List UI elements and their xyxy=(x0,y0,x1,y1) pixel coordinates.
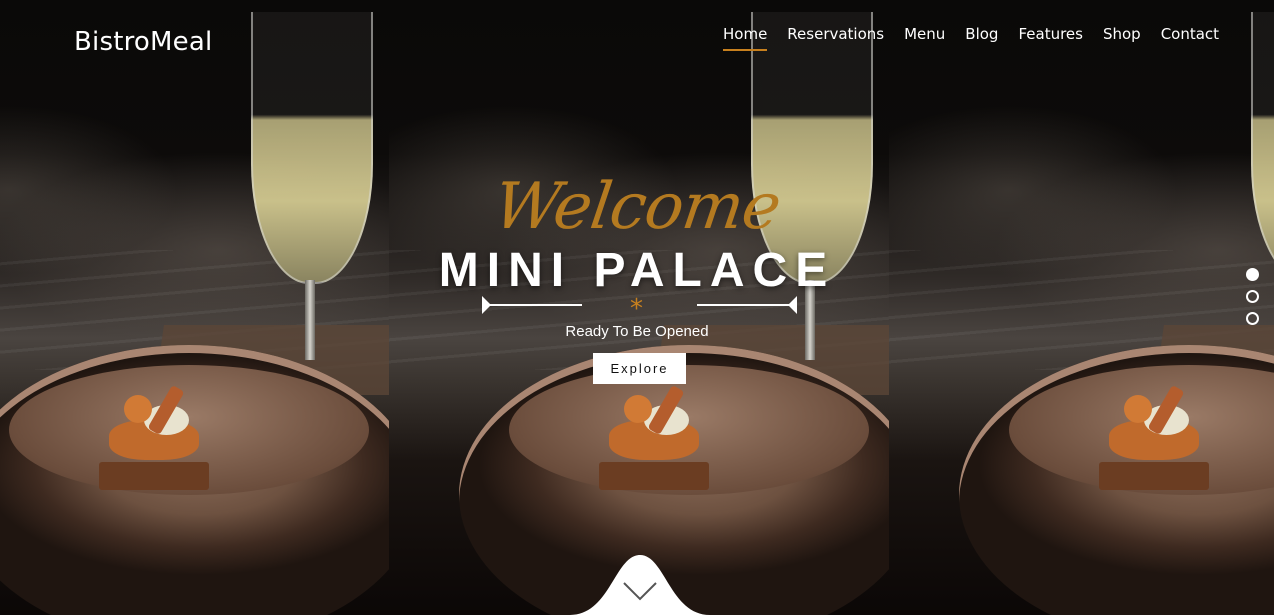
explore-button[interactable]: Explore xyxy=(593,353,686,384)
main-menu: Home Reservations Menu Blog Features Sho… xyxy=(723,25,1239,51)
slider-dot-3[interactable] xyxy=(1246,312,1259,325)
divider-arrow-right-icon xyxy=(788,296,797,314)
nav-shop[interactable]: Shop xyxy=(1103,25,1141,51)
slider-dots xyxy=(1246,268,1260,334)
hero-script-title: Welcome xyxy=(489,170,785,244)
hero-subtitle: Ready To Be Opened xyxy=(565,323,709,340)
nav-features[interactable]: Features xyxy=(1018,25,1083,51)
top-navbar: BistroMeal Home Reservations Menu Blog F… xyxy=(0,0,1274,80)
nav-blog[interactable]: Blog xyxy=(965,25,998,51)
scroll-down-button[interactable] xyxy=(570,555,710,615)
hero-section: BistroMeal Home Reservations Menu Blog F… xyxy=(0,0,1274,615)
site-logo[interactable]: BistroMeal xyxy=(74,27,212,57)
nav-reservations[interactable]: Reservations xyxy=(787,25,884,51)
slider-dot-1[interactable] xyxy=(1246,268,1259,281)
hero-background-image xyxy=(0,0,389,615)
title-divider: * xyxy=(482,294,797,324)
slider-dot-2[interactable] xyxy=(1246,290,1259,303)
nav-contact[interactable]: Contact xyxy=(1161,25,1219,51)
asterisk-icon: * xyxy=(630,294,643,324)
nav-home[interactable]: Home xyxy=(723,25,768,51)
nav-menu[interactable]: Menu xyxy=(904,25,945,51)
hero-title: MINI PALACE xyxy=(438,244,836,297)
hero-background-image xyxy=(889,0,1274,615)
chevron-down-icon xyxy=(570,555,710,615)
